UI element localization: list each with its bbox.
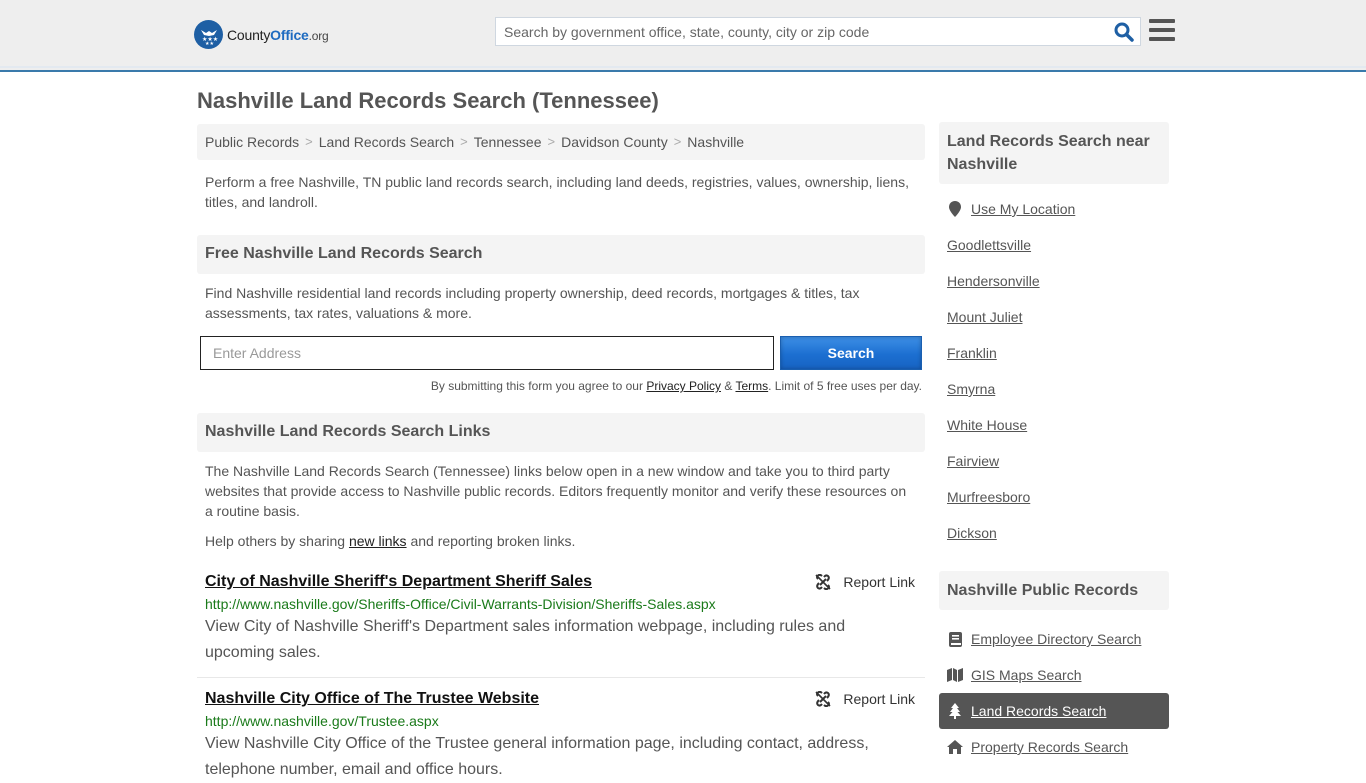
nearby-list: Use My Location Goodlettsville Henderson…: [939, 191, 1169, 551]
disclaimer-text: &: [721, 379, 736, 393]
result-description: View Nashville City Office of the Truste…: [205, 735, 869, 778]
sidebar: Land Records Search near Nashville Use M…: [939, 122, 1169, 765]
use-my-location-item[interactable]: Use My Location: [939, 191, 1169, 227]
nearby-city-link[interactable]: White House: [947, 417, 1027, 433]
result-title-link[interactable]: City of Nashville Sheriff's Department S…: [205, 571, 592, 593]
nearby-city-link[interactable]: Franklin: [947, 345, 997, 361]
public-record-link[interactable]: Property Records Search: [971, 739, 1128, 755]
logo-text: CountyOffice.org: [227, 26, 329, 43]
breadcrumb-davidson-county[interactable]: Davidson County: [561, 134, 668, 150]
report-link-button[interactable]: Report Link: [815, 691, 915, 707]
breadcrumb-separator: >: [460, 134, 468, 149]
breadcrumb: Public Records > Land Records Search > Ten…: [197, 124, 925, 160]
terms-link[interactable]: Terms: [735, 379, 768, 393]
book-icon: [947, 631, 963, 647]
result-title-link[interactable]: Nashville City Office of The Trustee Web…: [205, 688, 539, 710]
result-description: View City of Nashville Sheriff's Departm…: [205, 618, 846, 661]
disclaimer-text: . Limit of 5 free uses per day.: [768, 379, 922, 393]
hamburger-menu-icon[interactable]: [1149, 19, 1175, 43]
nearby-city-link[interactable]: Murfreesboro: [947, 489, 1030, 505]
page-title: Nashville Land Records Search (Tennessee…: [197, 88, 659, 113]
nearby-city-item[interactable]: Murfreesboro: [939, 479, 1169, 515]
breadcrumb-land-records-search[interactable]: Land Records Search: [319, 134, 454, 150]
map-icon: [947, 668, 963, 682]
public-record-link[interactable]: Land Records Search: [971, 703, 1106, 719]
svg-text:★★: ★★: [205, 41, 214, 46]
broken-link-icon: [815, 691, 831, 707]
breadcrumb-separator: >: [673, 134, 682, 149]
public-record-item-gis-maps[interactable]: GIS Maps Search: [939, 657, 1169, 693]
result-item: City of Nashville Sheriff's Department S…: [197, 571, 925, 677]
tree-icon: [947, 703, 963, 719]
site-logo[interactable]: ★★★ ★★ CountyOffice.org: [194, 20, 329, 49]
nearby-city-link[interactable]: Mount Juliet: [947, 309, 1022, 325]
result-url: http://www.nashville.gov/Sheriffs-Office…: [205, 596, 716, 612]
breadcrumb-tennessee[interactable]: Tennessee: [474, 134, 542, 150]
report-link-label: Report Link: [843, 574, 915, 590]
new-links-link[interactable]: new links: [349, 533, 407, 549]
public-record-link[interactable]: Employee Directory Search: [971, 631, 1141, 647]
address-input[interactable]: [200, 336, 774, 370]
nearby-city-item[interactable]: Smyrna: [939, 371, 1169, 407]
intro-text: Perform a free Nashville, TN public land…: [205, 174, 909, 210]
disclaimer-text: By submitting this form you agree to our: [430, 379, 647, 393]
nearby-city-item[interactable]: Fairview: [939, 443, 1169, 479]
report-link-button[interactable]: Report Link: [815, 574, 915, 590]
nearby-city-item[interactable]: Mount Juliet: [939, 299, 1169, 335]
address-search-button[interactable]: Search: [780, 336, 922, 370]
links-help-text: Help others by sharing new links and rep…: [197, 531, 925, 551]
links-section-text: The Nashville Land Records Search (Tenne…: [205, 463, 907, 519]
breadcrumb-public-records[interactable]: Public Records: [205, 134, 299, 150]
broken-link-icon: [815, 574, 831, 590]
public-record-item-land-records[interactable]: Land Records Search: [939, 693, 1169, 729]
public-records-heading: Nashville Public Records: [939, 571, 1169, 610]
nearby-city-item[interactable]: Hendersonville: [939, 263, 1169, 299]
form-disclaimer: By submitting this form you agree to our…: [197, 379, 925, 393]
result-url: http://www.nashville.gov/Trustee.aspx: [205, 713, 439, 729]
home-icon: [947, 740, 963, 754]
breadcrumb-separator: >: [547, 134, 556, 149]
breadcrumb-separator: >: [305, 134, 313, 149]
result-item: Nashville City Office of The Trustee Web…: [197, 677, 925, 783]
public-records-list: Employee Directory Search GIS Maps Searc…: [939, 621, 1169, 765]
use-my-location-link[interactable]: Use My Location: [971, 201, 1075, 217]
map-marker-icon: [947, 201, 963, 217]
breadcrumb-nashville[interactable]: Nashville: [687, 134, 744, 150]
nearby-city-link[interactable]: Hendersonville: [947, 273, 1040, 289]
site-search: [495, 17, 1141, 46]
free-search-text: Find Nashville residential land records …: [205, 285, 860, 321]
nearby-city-link[interactable]: Dickson: [947, 525, 997, 541]
help-text: and reporting broken links.: [406, 533, 576, 549]
site-header: ★★★ ★★ CountyOffice.org: [0, 0, 1366, 72]
nearby-city-link[interactable]: Goodlettsville: [947, 237, 1031, 253]
help-text: Help others by sharing: [205, 533, 349, 549]
nearby-city-item[interactable]: Goodlettsville: [939, 227, 1169, 263]
nearby-city-item[interactable]: White House: [939, 407, 1169, 443]
free-search-heading: Free Nashville Land Records Search: [197, 235, 925, 274]
nearby-heading: Land Records Search near Nashville: [939, 122, 1169, 184]
public-record-link[interactable]: GIS Maps Search: [971, 667, 1082, 683]
public-record-item-employee-directory[interactable]: Employee Directory Search: [939, 621, 1169, 657]
main-content: Public Records > Land Records Search > Ten…: [197, 124, 925, 783]
site-search-input[interactable]: [496, 18, 1096, 45]
public-record-item-property-records[interactable]: Property Records Search: [939, 729, 1169, 765]
nearby-city-item[interactable]: Dickson: [939, 515, 1169, 551]
nearby-city-link[interactable]: Smyrna: [947, 381, 995, 397]
report-link-label: Report Link: [843, 691, 915, 707]
nearby-city-item[interactable]: Franklin: [939, 335, 1169, 371]
links-section-heading: Nashville Land Records Search Links: [197, 413, 925, 452]
address-search-form: Search: [197, 336, 925, 370]
search-icon[interactable]: [1114, 22, 1134, 42]
nearby-city-link[interactable]: Fairview: [947, 453, 999, 469]
eagle-logo-icon: ★★★ ★★: [194, 20, 223, 49]
privacy-policy-link[interactable]: Privacy Policy: [646, 379, 721, 393]
